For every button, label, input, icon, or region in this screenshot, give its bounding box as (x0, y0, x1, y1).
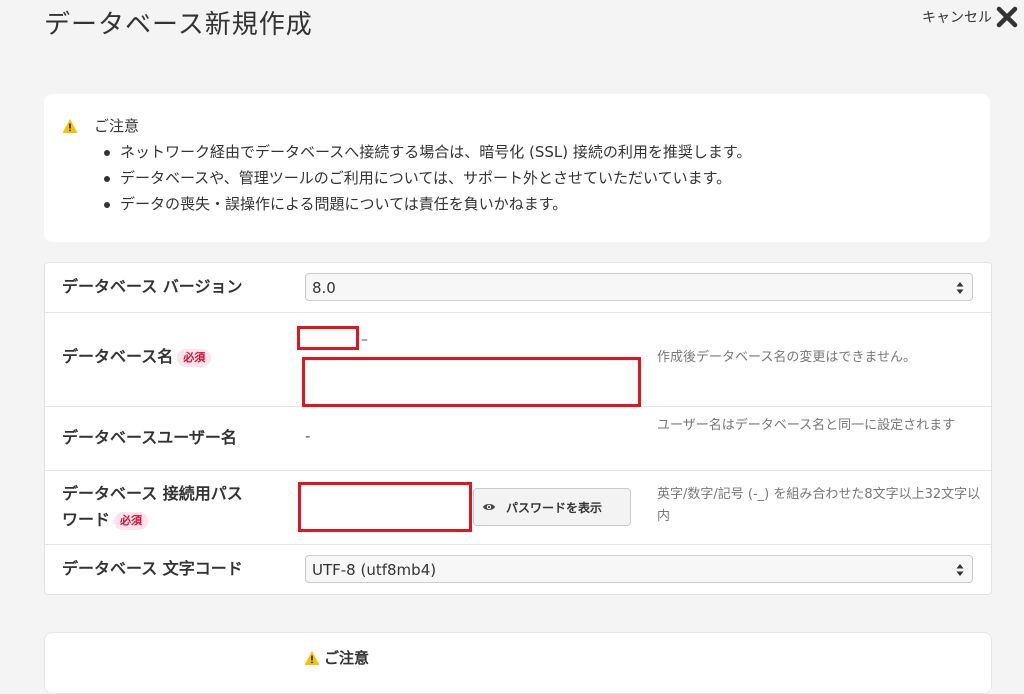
db-user-value: - (305, 427, 311, 445)
select-arrows-icon (956, 282, 964, 294)
list-item: データの喪失・誤操作による問題については責任を負いかねます。 (102, 191, 751, 217)
cancel-button[interactable]: キャンセル (922, 6, 1018, 28)
close-icon (996, 6, 1018, 28)
warning-icon (62, 118, 78, 133)
version-value: 8.0 (312, 279, 336, 297)
version-label: データベース バージョン (62, 277, 243, 296)
password-label-line1: データベース 接続用パス (62, 484, 243, 503)
db-form: データベース バージョン 8.0 データベース名 必須 – 作成後データベース名の… (44, 262, 992, 595)
password-input[interactable] (298, 482, 472, 532)
page-title: データベース新規作成 (44, 10, 313, 40)
db-name-label-text: データベース名 (62, 347, 174, 366)
db-user-label: データベースユーザー名 (62, 428, 237, 447)
charset-select[interactable]: UTF-8 (utf8mb4) (305, 555, 973, 583)
list-item: データベースや、管理ツールのご利用については、サポート外とさせていただいています… (102, 165, 751, 191)
notice-heading: ご注意 (94, 117, 140, 135)
notice2-heading: ご注意 (324, 649, 370, 667)
password-label-line2: ワード (62, 510, 111, 529)
required-badge: 必須 (177, 348, 212, 367)
version-row: データベース バージョン 8.0 (45, 263, 991, 313)
charset-label: データベース 文字コード (62, 559, 243, 578)
notice-panel-2: ご注意 (44, 632, 992, 694)
charset-value: UTF-8 (utf8mb4) (312, 561, 437, 579)
db-name-label: データベース名 必須 (62, 344, 212, 370)
show-password-button[interactable]: パスワードを表示 (473, 488, 631, 526)
select-arrows-icon (956, 564, 964, 576)
version-select[interactable]: 8.0 (305, 273, 973, 301)
db-name-prefix-redacted (297, 326, 359, 350)
warning-icon (304, 650, 320, 665)
notice-panel: ご注意 ネットワーク経由でデータベースへ接続する場合は、暗号化 (SSL) 接続… (44, 94, 990, 242)
db-user-row: データベースユーザー名 - ユーザー名はデータベース名と同一に設定されます (45, 406, 991, 471)
db-name-help: 作成後データベース名の変更はできません。 (657, 350, 916, 365)
db-user-help: ユーザー名はデータベース名と同一に設定されます (657, 418, 956, 433)
cancel-label: キャンセル (922, 10, 992, 26)
db-name-row: データベース名 必須 – 作成後データベース名の変更はできません。 (45, 312, 991, 407)
charset-row: データベース 文字コード UTF-8 (utf8mb4) (45, 544, 991, 594)
eye-icon (483, 504, 495, 510)
notice-list: ネットワーク経由でデータベースへ接続する場合は、暗号化 (SSL) 接続の利用を… (102, 139, 751, 217)
db-name-separator: – (361, 332, 368, 348)
db-name-input[interactable] (302, 357, 641, 407)
show-password-label: パスワードを表示 (506, 500, 603, 515)
required-badge: 必須 (114, 511, 149, 530)
password-label: データベース 接続用パス ワード 必須 (62, 481, 243, 533)
password-help: 英字/数字/記号 (-_) を組み合わせた8文字以上32文字以内 (657, 487, 981, 524)
list-item: ネットワーク経由でデータベースへ接続する場合は、暗号化 (SSL) 接続の利用を… (102, 139, 751, 165)
